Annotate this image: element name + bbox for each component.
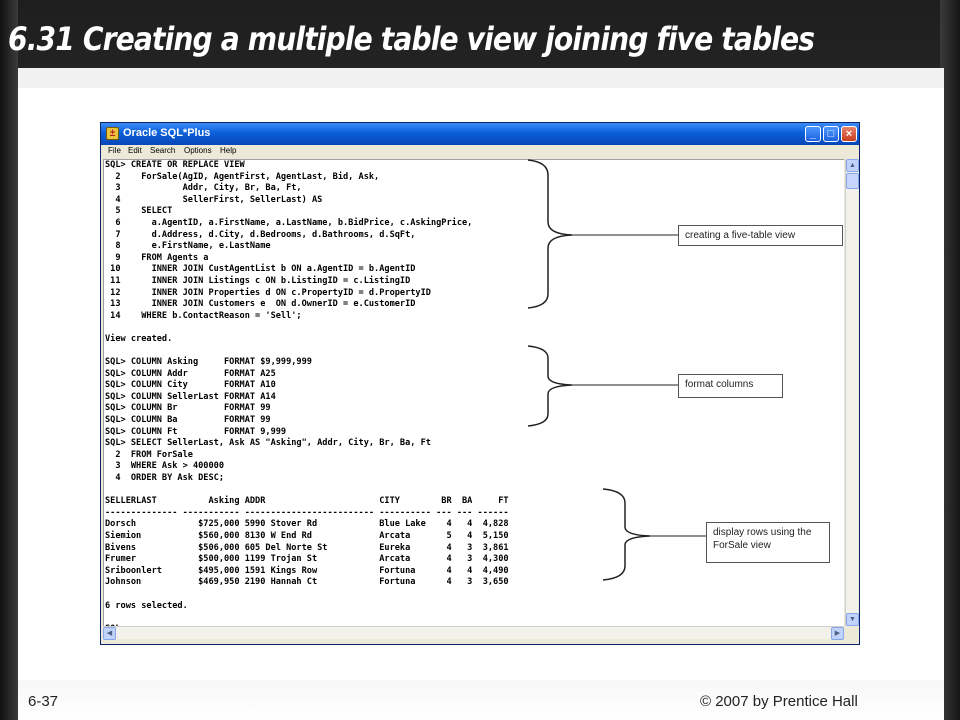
bracket-display [602, 488, 651, 581]
callout-format-columns: format columns [678, 374, 783, 398]
copyright-text: © 2007 by Prentice Hall [700, 693, 858, 710]
slide-number: 6-37 [28, 693, 59, 710]
bracket-view [527, 159, 573, 309]
callout-brackets [527, 159, 706, 581]
bracket-format [527, 345, 573, 427]
callout-display-rows: display rows using the ForSale view [706, 522, 830, 563]
callout-five-table-view: creating a five-table view [678, 225, 843, 246]
